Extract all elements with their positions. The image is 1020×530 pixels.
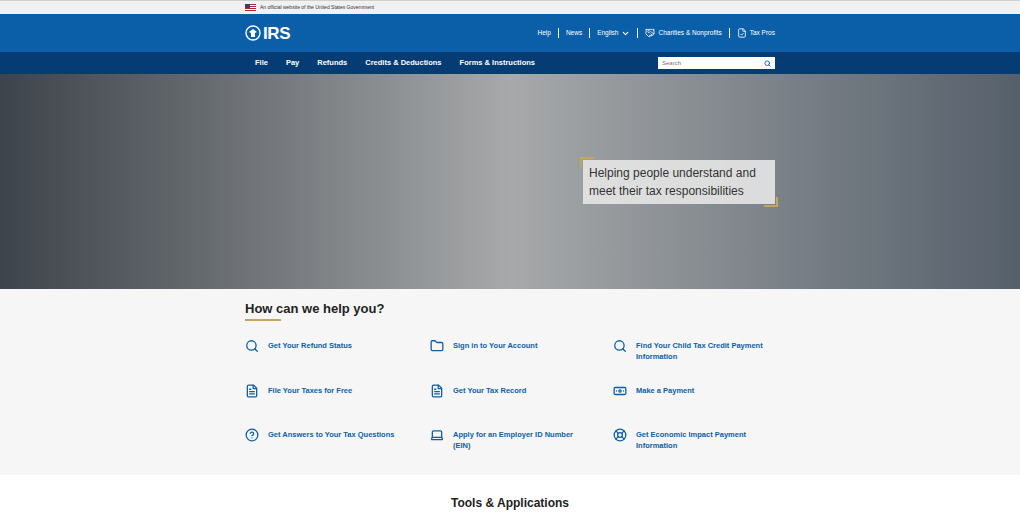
- help-link-icon: [613, 428, 627, 442]
- chevron-down-icon: [621, 29, 630, 38]
- irs-home-page: An official website of the United States…: [0, 0, 1020, 530]
- corner-bracket: [580, 157, 594, 167]
- help-link[interactable]: Find Your Child Tax Credit Payment Infor…: [613, 339, 775, 362]
- search-icon[interactable]: [764, 60, 771, 67]
- help-link-icon: [245, 339, 259, 353]
- tools-heading: Tools & Applications: [451, 495, 569, 511]
- help-link-icon: [613, 339, 627, 353]
- help-link[interactable]: File Your Taxes for Free: [245, 384, 430, 406]
- corner-bracket: [764, 197, 778, 207]
- help-link[interactable]: Get Your Refund Status: [245, 339, 430, 362]
- main-nav: File Pay Refunds Credits & Deductions Forms …: [0, 52, 1020, 74]
- hero-banner: Helping people understand and meet their…: [0, 74, 1020, 289]
- utility-links: HelpNewsEnglishCharities & NonprofitsTax…: [531, 28, 776, 38]
- help-heading: How can we help you?: [245, 301, 775, 317]
- site-header: IRS HelpNewsEnglishCharities & Nonprofits…: [0, 14, 1020, 52]
- help-link-icon: [430, 339, 444, 353]
- utility-link[interactable]: Tax Pros: [729, 28, 775, 38]
- official-banner-text: An official website of the United States…: [260, 4, 374, 12]
- nav-item[interactable]: File: [255, 57, 268, 68]
- utility-link[interactable]: English: [589, 28, 637, 38]
- nav-item[interactable]: Refunds: [317, 57, 347, 68]
- help-link-icon: [245, 384, 259, 398]
- utility-link[interactable]: Help: [531, 28, 558, 38]
- hero-tagline: Helping people understand and meet their…: [583, 160, 775, 204]
- utility-link[interactable]: Charities & Nonprofits: [637, 28, 728, 38]
- help-link-icon: [430, 428, 444, 442]
- help-link-icon: [430, 384, 444, 398]
- search-field[interactable]: Search: [658, 57, 775, 69]
- help-section: How can we help you? Get Your Refund Stat…: [0, 289, 1020, 475]
- nav-item[interactable]: Credits & Deductions: [365, 57, 441, 68]
- utility-link-icon: [645, 28, 655, 38]
- help-grid: Get Your Refund StatusSign in to Your Ac…: [245, 339, 775, 451]
- irs-logo[interactable]: IRS: [245, 25, 290, 42]
- utility-link[interactable]: News: [558, 28, 589, 38]
- help-link[interactable]: Sign in to Your Account: [430, 339, 613, 362]
- official-banner: An official website of the United States…: [0, 0, 1020, 14]
- us-flag-icon: [245, 4, 256, 11]
- nav-item[interactable]: Forms & Instructions: [460, 57, 535, 68]
- help-link[interactable]: Apply for an Employer ID Number (EIN): [430, 428, 613, 451]
- tools-section: Tools & Applications: [0, 475, 1020, 511]
- nav-item[interactable]: Pay: [286, 57, 299, 68]
- help-link[interactable]: Get Answers to Your Tax Questions: [245, 428, 430, 451]
- heading-underline: [245, 319, 281, 321]
- help-link[interactable]: Get Your Tax Record: [430, 384, 613, 406]
- irs-eagle-icon: [245, 25, 261, 41]
- help-link-icon: [613, 384, 627, 398]
- help-link-icon: [245, 428, 259, 442]
- utility-link-icon: [737, 28, 747, 38]
- help-link[interactable]: Get Economic Impact Payment Information: [613, 428, 775, 451]
- help-link[interactable]: Make a Payment: [613, 384, 775, 406]
